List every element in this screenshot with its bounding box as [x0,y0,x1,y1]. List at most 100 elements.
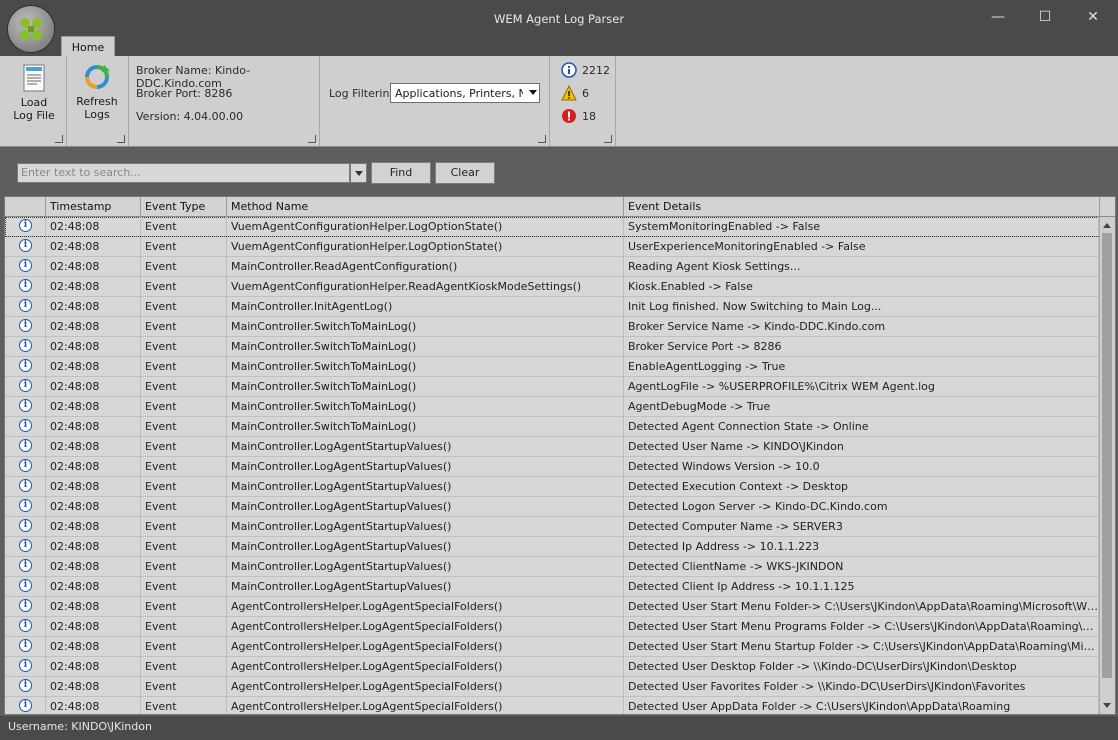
info-icon: i [19,699,32,712]
column-header-icon[interactable] [5,197,46,216]
table-row[interactable]: i 02:48:08 Event MainController.LogAgentSta… [5,497,1099,517]
cell-timestamp: 02:48:08 [46,457,141,476]
search-input[interactable]: Enter text to search... [17,163,350,183]
cell-method-name: VuemAgentConfigurationHelper.LogOptionSt… [227,237,624,256]
group-launcher-icon[interactable] [604,135,612,143]
cell-icon: i [5,677,46,696]
group-launcher-icon[interactable] [308,135,316,143]
cell-event-details: Detected Client Ip Address -> 10.1.1.125 [624,577,1099,596]
cell-method-name: MainController.LogAgentStartupValues() [227,577,624,596]
info-icon: i [19,319,32,332]
cell-timestamp: 02:48:08 [46,577,141,596]
cell-method-name: MainController.SwitchToMainLog() [227,377,624,396]
warning-icon [561,85,577,101]
cell-method-name: MainController.LogAgentStartupValues() [227,497,624,516]
group-launcher-icon[interactable] [55,135,63,143]
table-row[interactable]: i 02:48:08 Event MainController.SwitchToMai… [5,337,1099,357]
table-row[interactable]: i 02:48:08 Event MainController.SwitchToMai… [5,417,1099,437]
cell-timestamp: 02:48:08 [46,277,141,296]
cell-method-name: MainController.SwitchToMainLog() [227,357,624,376]
cell-method-name: MainController.LogAgentStartupValues() [227,517,624,536]
scroll-thumb[interactable] [1102,233,1112,678]
cell-event-details: Broker Service Port -> 8286 [624,337,1099,356]
cell-method-name: MainController.LogAgentStartupValues() [227,537,624,556]
cell-timestamp: 02:48:08 [46,697,141,714]
cell-timestamp: 02:48:08 [46,477,141,496]
ribbon-group-refresh: Refresh Logs [66,56,129,146]
search-dropdown-button[interactable] [350,163,367,183]
cell-icon: i [5,477,46,496]
minimize-button[interactable]: — [985,6,1011,28]
table-row[interactable]: i 02:48:08 Event MainController.SwitchToMai… [5,317,1099,337]
table-row[interactable]: i 02:48:08 Event VuemAgentConfigurationHelp… [5,277,1099,297]
load-log-file-button[interactable]: Load Log File [6,64,62,122]
info-icon: i [19,619,32,632]
cell-icon: i [5,337,46,356]
table-row[interactable]: i 02:48:08 Event MainController.InitAgentLo… [5,297,1099,317]
table-row[interactable]: i 02:48:08 Event MainController.SwitchToMai… [5,377,1099,397]
column-header-method-name[interactable]: Method Name [227,197,624,216]
cell-method-name: MainController.LogAgentStartupValues() [227,557,624,576]
table-row[interactable]: i 02:48:08 Event AgentControllersHelper.Log… [5,677,1099,697]
table-row[interactable]: i 02:48:08 Event MainController.LogAgentSta… [5,437,1099,457]
cell-icon: i [5,457,46,476]
table-row[interactable]: i 02:48:08 Event MainController.ReadAgentCo… [5,257,1099,277]
load-log-file-label: Load Log File [13,96,55,122]
info-icon: i [19,439,32,452]
info-icon: i [19,599,32,612]
table-row[interactable]: i 02:48:08 Event AgentControllersHelper.Log… [5,597,1099,617]
cell-method-name: VuemAgentConfigurationHelper.ReadAgentKi… [227,277,624,296]
group-launcher-icon[interactable] [117,135,125,143]
table-row[interactable]: i 02:48:08 Event MainController.SwitchToMai… [5,357,1099,377]
cell-timestamp: 02:48:08 [46,297,141,316]
cell-event-details: Detected Execution Context -> Desktop [624,477,1099,496]
scroll-down-icon[interactable] [1103,703,1111,708]
cell-event-details: Detected User Start Menu Folder-> C:\Use… [624,597,1099,616]
scroll-up-icon[interactable] [1103,223,1111,228]
cell-event-type: Event [141,257,227,276]
table-row[interactable]: i 02:48:08 Event MainController.LogAgentSta… [5,517,1099,537]
cell-event-type: Event [141,457,227,476]
table-row[interactable]: i 02:48:08 Event AgentControllersHelper.Log… [5,697,1099,714]
table-row[interactable]: i 02:48:08 Event VuemAgentConfigurationHelp… [5,237,1099,257]
cell-event-details: Detected User Name -> KINDO\JKindon [624,437,1099,456]
table-row[interactable]: i 02:48:08 Event AgentControllersHelper.Log… [5,617,1099,637]
table-row[interactable]: i 02:48:08 Event VuemAgentConfigurationHelp… [5,217,1099,237]
vertical-scrollbar[interactable] [1099,217,1115,714]
cell-method-name: MainController.ReadAgentConfiguration() [227,257,624,276]
cell-timestamp: 02:48:08 [46,237,141,256]
table-row[interactable]: i 02:48:08 Event MainController.LogAgentSta… [5,557,1099,577]
log-grid: Timestamp Event Type Method Name Event D… [4,196,1116,715]
ribbon-group-broker: Broker Name: Kindo-DDC.Kindo.com Broker … [128,56,320,146]
column-header-timestamp[interactable]: Timestamp [46,197,141,216]
column-header-event-details[interactable]: Event Details [624,197,1100,216]
clear-button[interactable]: Clear [435,162,495,184]
cell-method-name: AgentControllersHelper.LogAgentSpecialFo… [227,677,624,696]
ribbon-group-load: Load Log File [0,56,67,146]
cell-icon: i [5,577,46,596]
column-header-event-type[interactable]: Event Type [141,197,227,216]
cell-event-type: Event [141,357,227,376]
group-launcher-icon[interactable] [538,135,546,143]
agent-version: Version: 4.04.00.00 [136,110,244,123]
table-row[interactable]: i 02:48:08 Event MainController.LogAgentSta… [5,477,1099,497]
table-row[interactable]: i 02:48:08 Event MainController.LogAgentSta… [5,457,1099,477]
tab-home[interactable]: Home [61,36,115,57]
cell-timestamp: 02:48:08 [46,317,141,336]
table-row[interactable]: i 02:48:08 Event MainController.LogAgentSta… [5,577,1099,597]
find-button[interactable]: Find [371,162,431,184]
table-row[interactable]: i 02:48:08 Event AgentControllersHelper.Log… [5,637,1099,657]
cell-event-details: EnableAgentLogging -> True [624,357,1099,376]
close-button[interactable]: ✕ [1080,6,1106,28]
table-row[interactable]: i 02:48:08 Event MainController.LogAgentSta… [5,537,1099,557]
cell-event-type: Event [141,657,227,676]
app-window: WEM Agent Log Parser — ☐ ✕ Home Load Log… [0,0,1118,740]
refresh-logs-button[interactable]: Refresh Logs [72,62,122,121]
table-row[interactable]: i 02:48:08 Event AgentControllersHelper.Log… [5,657,1099,677]
cell-timestamp: 02:48:08 [46,357,141,376]
log-filtering-select[interactable]: Applications, Printers, N... [390,83,540,103]
info-icon: i [19,519,32,532]
info-icon: i [19,479,32,492]
maximize-button[interactable]: ☐ [1032,6,1058,28]
table-row[interactable]: i 02:48:08 Event MainController.SwitchToMai… [5,397,1099,417]
